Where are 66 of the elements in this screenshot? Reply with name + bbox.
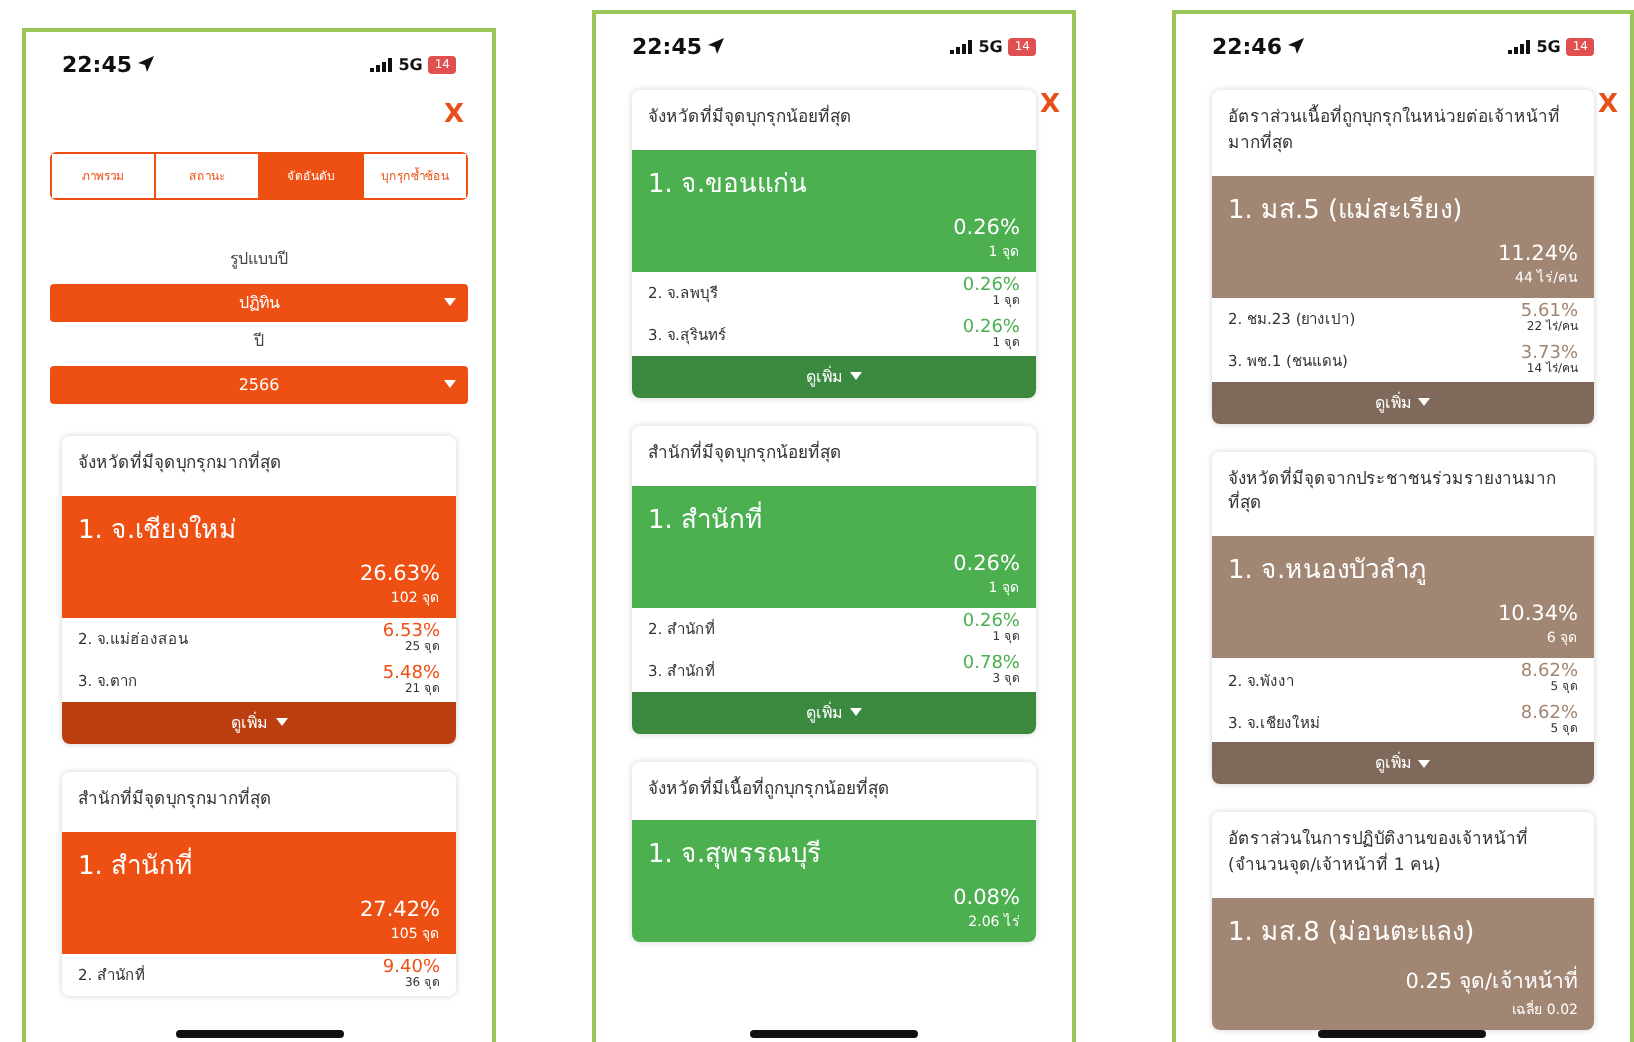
card-title: จังหวัดที่มีจุดจากประชาชนร่วมรายงานมากที่สุด bbox=[1225, 464, 1558, 519]
see-more-button[interactable]: ดูเพิ่ม bbox=[632, 691, 1036, 733]
card-title: สำนักที่มีจุดบุกรุกน้อยที่สุด bbox=[646, 438, 844, 468]
location-arrow-icon bbox=[138, 56, 155, 72]
caret-icon bbox=[444, 380, 456, 388]
caret-icon bbox=[1418, 759, 1431, 767]
caret-icon bbox=[849, 372, 862, 381]
rank-name: 1. มส.5 (แม่สะเรียง) bbox=[1227, 193, 1465, 229]
rank-percent: 5.61% bbox=[1520, 303, 1578, 321]
card-title: จังหวัดที่มีจุดบุกรุกมากที่สุด bbox=[76, 448, 284, 478]
rank-percent: 27.42% bbox=[357, 897, 440, 921]
rank-percent: 0.26% bbox=[962, 277, 1020, 296]
rank-name: 1. สำนักที่ bbox=[648, 499, 766, 539]
network-label: 5G bbox=[398, 55, 423, 73]
close-button[interactable]: X bbox=[1039, 90, 1060, 120]
close-button[interactable]: X bbox=[1597, 90, 1618, 120]
status-time: 22:45 bbox=[62, 51, 133, 77]
rank-name: 1. จ.เชียงใหม่ bbox=[78, 513, 240, 550]
rank-percent: 26.63% bbox=[357, 561, 440, 586]
location-arrow-icon bbox=[708, 38, 725, 54]
status-time: 22:46 bbox=[1211, 33, 1282, 59]
status-time: 22:45 bbox=[632, 33, 703, 59]
rank-percent: 10.34% bbox=[1495, 602, 1578, 626]
close-button[interactable]: X bbox=[443, 99, 464, 129]
rank-percent: 0.78% bbox=[962, 655, 1020, 673]
caret-icon bbox=[849, 708, 862, 716]
rank-name: 1. จ.หนองบัวลำภู bbox=[1227, 554, 1430, 590]
see-more-button[interactable]: ดูเพิ่ม bbox=[632, 355, 1036, 398]
see-more-button[interactable]: ดูเพิ่ม bbox=[1211, 381, 1594, 423]
rank-percent: 0.25 จุด/เจ้าหน้าที่ bbox=[1403, 964, 1578, 997]
rank-percent: 8.62% bbox=[1520, 664, 1578, 682]
card-title: อัตราส่วนในการปฏิบัติงานของเจ้าหน้าที่ (จำนวนจุด/เจ้าหน้าที่ 1 คน) bbox=[1225, 824, 1530, 880]
filter-label: ปี bbox=[251, 330, 266, 354]
rank-percent: 0.26% bbox=[951, 551, 1020, 575]
signal-icon bbox=[950, 39, 973, 53]
rank-percent: 0.26% bbox=[962, 319, 1020, 338]
card-title: จังหวัดที่มีจุดบุกรุกน้อยที่สุด bbox=[646, 102, 854, 132]
signal-icon bbox=[1508, 39, 1531, 53]
filter-label: รูปแบบปี bbox=[228, 248, 290, 272]
rank-percent: 8.62% bbox=[1520, 706, 1578, 724]
rank-percent: 6.53% bbox=[382, 623, 440, 642]
caret-icon bbox=[444, 298, 456, 306]
signal-icon bbox=[370, 57, 393, 71]
card-title: สำนักที่มีจุดบุกรุกมากที่สุด bbox=[76, 784, 274, 814]
rank-name: 1. จ.ขอนแก่น bbox=[648, 167, 810, 204]
rank-percent: 11.24% bbox=[1495, 241, 1578, 265]
see-more-button[interactable]: ดูเพิ่ม bbox=[1211, 742, 1594, 784]
rank-percent: 0.26% bbox=[951, 215, 1020, 240]
caret-icon bbox=[1418, 398, 1431, 406]
card-title: อัตราส่วนเนื้อที่ถูกบุกรุกในหน่วยต่อเจ้าหน้าที่มากที่สุด bbox=[1225, 102, 1562, 158]
caret-icon bbox=[275, 718, 287, 727]
rank-percent: 3.73% bbox=[1520, 345, 1578, 363]
rank-name: 1. จ.สุพรรณบุรี bbox=[648, 837, 824, 875]
dropdown[interactable]: 2566 bbox=[50, 366, 468, 404]
dropdown[interactable]: ปฏิทิน bbox=[50, 284, 468, 322]
rank-name: 1. มส.8 (ม่อนตะแลง) bbox=[1227, 915, 1477, 951]
location-arrow-icon bbox=[1287, 38, 1304, 54]
rank-percent: 5.48% bbox=[382, 665, 440, 684]
network-label: 5G bbox=[978, 37, 1003, 55]
network-label: 5G bbox=[1536, 37, 1561, 55]
rank-percent: 0.08% bbox=[951, 886, 1020, 911]
card-title: จังหวัดที่มีเนื้อที่ถูกบุกรุกน้อยที่สุด bbox=[646, 774, 892, 803]
rank-name: 1. สำนักที่ bbox=[78, 845, 196, 885]
rank-percent: 0.26% bbox=[962, 613, 1020, 631]
rank-percent: 9.40% bbox=[382, 959, 440, 977]
see-more-button[interactable]: ดูเพิ่ม bbox=[62, 701, 456, 744]
